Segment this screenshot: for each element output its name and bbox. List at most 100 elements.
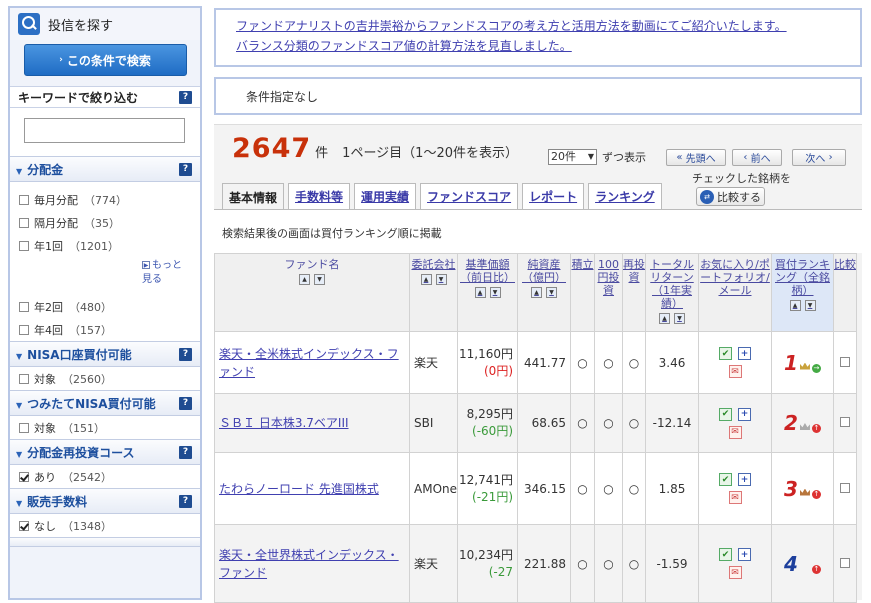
fund-name-link[interactable]: ＳＢＩ 日本株3.7ベアIII (219, 416, 349, 430)
price-change: (-60円) (472, 424, 513, 438)
tab-basic-info[interactable]: 基本情報 (222, 183, 285, 210)
filter-option[interactable]: 年1回 （1201） (10, 234, 200, 257)
company-cell: 楽天 (409, 331, 458, 394)
filter-option[interactable]: 毎月分配 （774） (10, 188, 200, 211)
col-header-label: 純資産（億円） (522, 258, 566, 284)
chevron-right-icon: › (59, 55, 63, 65)
help-icon[interactable]: ? (179, 445, 192, 459)
fund-name-link[interactable]: 楽天・全米株式インデックス・ファンド (219, 347, 399, 379)
search-button[interactable]: › この条件で検索 (23, 44, 187, 76)
sort-asc-icon[interactable]: ▲ (474, 287, 486, 298)
help-icon[interactable]: ? (179, 162, 192, 176)
col-header-company[interactable]: 委託会社 ▲ ▼ (409, 253, 458, 332)
checkbox[interactable] (19, 217, 29, 228)
per-page-select[interactable]: 20件 (548, 149, 597, 165)
sort-desc-icon[interactable]: ▼ (314, 274, 325, 285)
reinvest-cell: ○ (622, 393, 646, 453)
keyword-input[interactable] (24, 118, 185, 143)
sort-desc-icon[interactable]: ▼ (546, 287, 557, 298)
checkbox[interactable] (19, 471, 29, 482)
checkbox[interactable] (19, 240, 29, 251)
sort-asc-icon[interactable]: ▲ (299, 274, 310, 285)
filter-option[interactable]: 対象 （2560） (10, 367, 200, 390)
plus-icon[interactable]: + (738, 548, 751, 561)
sort-desc-icon[interactable]: ▼ (804, 300, 816, 311)
tab-report[interactable]: レポート (522, 183, 585, 209)
company-cell: 楽天 (409, 524, 458, 603)
filter-option[interactable]: 対象 （151） (10, 416, 200, 439)
checkbox[interactable] (19, 422, 29, 433)
notice-link-balance[interactable]: バランス分類のファンドスコア値の計算方法を見直しました。 (236, 39, 572, 53)
checkmark-icon[interactable]: ✔ (719, 407, 732, 421)
col-header-reinvest[interactable]: 再投資 (622, 253, 646, 332)
next-page-button[interactable]: 次へ › (792, 149, 846, 166)
option-count: （2560） (62, 372, 112, 386)
tab-fees[interactable]: 手数料等 (288, 183, 351, 209)
col-header-label: ファンド名 (284, 258, 340, 271)
prev-page-button[interactable]: ‹ 前へ (732, 149, 782, 166)
option-label: 年1回 (34, 239, 63, 253)
plus-icon[interactable]: + (738, 347, 751, 360)
more-link[interactable]: ▶ もっと見る (10, 257, 200, 295)
col-header-return[interactable]: トータルリターン（1年実績） ▲ ▼ (645, 253, 699, 332)
filter-option[interactable]: 年4回 （157） (10, 318, 200, 341)
checkbox[interactable] (19, 194, 29, 205)
filter-option[interactable]: 隔月分配 （35） (10, 211, 200, 234)
section-heading[interactable]: ▼ つみたてNISA買付可能? (10, 390, 200, 416)
fund-name-link[interactable]: たわらノーロード 先進国株式 (219, 482, 379, 496)
col-header-ranking[interactable]: 買付ランキング（全銘柄） ▲ ▼ (771, 253, 834, 332)
sort-desc-icon[interactable]: ▼ (674, 313, 685, 324)
sort-desc-icon[interactable]: ▼ (489, 287, 501, 298)
filter-option[interactable]: あり （2542） (10, 465, 200, 488)
compare-checkbox[interactable] (840, 482, 850, 493)
mail-icon[interactable]: ✉ (728, 491, 742, 504)
sort-desc-icon[interactable]: ▼ (435, 274, 447, 285)
help-icon[interactable]: ? (179, 347, 192, 361)
checkmark-icon[interactable]: ✔ (719, 473, 732, 486)
sort-asc-icon[interactable]: ▲ (789, 300, 801, 311)
checkmark-icon[interactable]: ✔ (719, 347, 732, 360)
section-heading[interactable]: ▼ NISA口座買付可能? (10, 341, 200, 367)
first-page-button[interactable]: « 先頭へ (666, 149, 726, 166)
checkbox[interactable] (19, 324, 29, 335)
section-heading[interactable]: ▼ 分配金再投資コース? (10, 439, 200, 465)
help-icon[interactable]: ? (179, 494, 192, 508)
section-heading[interactable]: ▼ 分配金? (10, 156, 200, 182)
col-header-compare[interactable]: 比較 (833, 253, 857, 332)
col-header-tsumitate[interactable]: 積立 (570, 253, 595, 332)
plus-icon[interactable]: + (738, 473, 751, 486)
col-header-price[interactable]: 基準価額（前日比） ▲ ▼ (457, 253, 518, 332)
col-header-favorites[interactable]: お気に入り/ポートフォリオ/メール (698, 253, 772, 332)
help-icon[interactable]: ? (179, 396, 192, 410)
checkbox[interactable] (19, 520, 29, 531)
notice-link-video[interactable]: ファンドアナリストの吉井崇裕からファンドスコアの考え方と活用方法を動画にてご紹介… (236, 19, 787, 33)
mail-icon[interactable]: ✉ (728, 365, 742, 378)
col-header-assets[interactable]: 純資産（億円） ▲ ▼ (517, 253, 571, 332)
mail-icon[interactable]: ✉ (728, 566, 742, 579)
crown-icon (799, 488, 810, 496)
tab-fund-score[interactable]: ファンドスコア (420, 183, 519, 209)
mail-icon[interactable]: ✉ (728, 425, 742, 439)
compare-checkbox[interactable] (840, 356, 850, 367)
option-label: なし (34, 519, 56, 533)
checkmark-icon[interactable]: ✔ (719, 548, 732, 561)
compare-checkbox[interactable] (840, 417, 850, 427)
col-header-100yen[interactable]: 100円投資 (594, 253, 623, 332)
filter-option[interactable]: 年2回 （480） (10, 295, 200, 318)
filter-option[interactable]: なし （1348） (10, 514, 200, 537)
checkbox[interactable] (19, 301, 29, 312)
help-icon[interactable]: ? (179, 90, 192, 104)
sort-asc-icon[interactable]: ▲ (659, 313, 670, 324)
section-heading[interactable]: ▼ 販売手数料? (10, 488, 200, 514)
checkbox[interactable] (19, 373, 29, 384)
fund-name-link[interactable]: 楽天・全世界株式インデックス・ファンド (219, 548, 399, 580)
tab-ranking[interactable]: ランキング (588, 183, 662, 209)
plus-icon[interactable]: + (738, 407, 751, 421)
sort-asc-icon[interactable]: ▲ (420, 274, 432, 285)
tab-performance[interactable]: 運用実績 (354, 183, 417, 209)
compare-checkbox[interactable] (840, 557, 850, 568)
sort-asc-icon[interactable]: ▲ (531, 287, 542, 298)
assets-cell: 221.88 (517, 524, 571, 603)
filter-section-tsumitate-nisa: ▼ つみたてNISA買付可能? 対象 （151） (10, 390, 200, 439)
compare-button[interactable]: ⇄ 比較する (696, 187, 765, 206)
